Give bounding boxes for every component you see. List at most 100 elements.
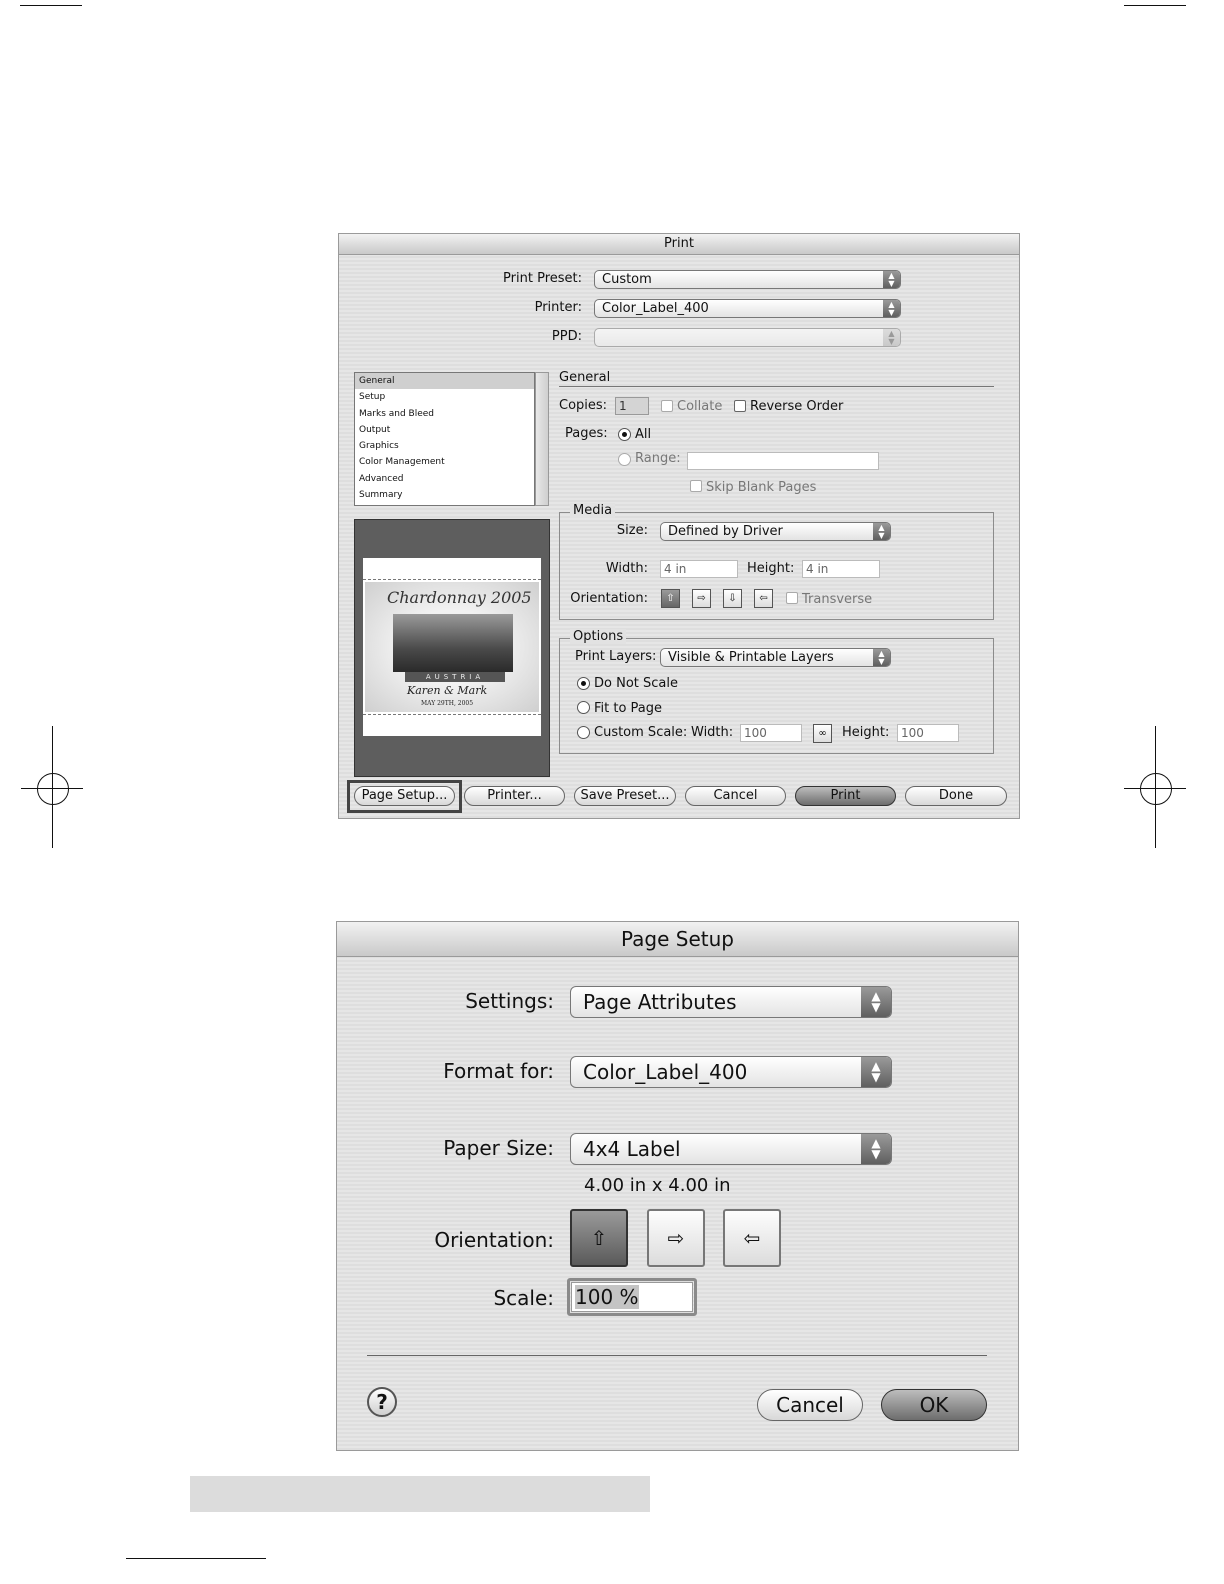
preview-names: Karen & Mark xyxy=(407,684,488,697)
media-width-input[interactable]: 4 in xyxy=(660,560,738,578)
paper-size-value: 4x4 Label xyxy=(583,1137,681,1161)
format-for-popup[interactable]: Color_Label_400 ▲ ▼ xyxy=(570,1056,892,1088)
crop-mark-bottom-left xyxy=(126,1558,266,1559)
settings-popup[interactable]: Page Attributes ▲ ▼ xyxy=(570,986,892,1018)
scale-label: Scale: xyxy=(493,1286,554,1310)
category-list-item[interactable]: Setup xyxy=(355,389,534,405)
portrait-orientation-icon[interactable]: ⇧ xyxy=(570,1209,628,1267)
popup-arrows-icon: ▲ ▼ xyxy=(883,329,900,346)
registration-mark-right xyxy=(1140,773,1172,805)
custom-scale-radio[interactable] xyxy=(577,726,590,739)
category-list-item[interactable]: Marks and Bleed xyxy=(355,406,534,422)
preview-artwork: Chardonnay 2005 AUSTRIA Karen & Mark MAY… xyxy=(365,582,539,712)
reverse-landscape-orientation-icon[interactable]: ⇦ xyxy=(723,1209,781,1267)
popup-arrows-icon: ▲ ▼ xyxy=(861,987,891,1017)
scale-height-input[interactable]: 100 xyxy=(897,724,959,742)
landscape-orientation-icon[interactable]: ⇨ xyxy=(647,1209,705,1267)
page-setup-button[interactable]: Page Setup... xyxy=(354,786,455,806)
popup-arrows-icon: ▲ ▼ xyxy=(861,1134,891,1164)
print-preset-value: Custom xyxy=(602,272,652,287)
do-not-scale-label: Do Not Scale xyxy=(594,676,678,691)
popup-arrows-icon: ▲ ▼ xyxy=(873,523,890,540)
print-layers-label: Print Layers: xyxy=(575,649,657,664)
reverse-order-label: Reverse Order xyxy=(750,399,844,414)
preview-date: MAY 29TH, 2005 xyxy=(421,700,474,707)
transverse-label: Transverse xyxy=(802,592,873,607)
category-list-item[interactable]: Graphics xyxy=(355,438,534,454)
ppd-label: PPD: xyxy=(551,329,582,344)
pages-all-label: All xyxy=(635,427,652,442)
print-preview: Chardonnay 2005 AUSTRIA Karen & Mark MAY… xyxy=(354,519,550,777)
custom-scale-label: Custom Scale: xyxy=(594,725,688,740)
category-list-scrollbar[interactable] xyxy=(535,372,549,506)
registration-mark-left xyxy=(37,773,69,805)
constrain-proportions-icon[interactable]: ∞ xyxy=(813,724,832,743)
page-setup-cancel-button[interactable]: Cancel xyxy=(757,1389,863,1421)
category-list-item[interactable]: Summary xyxy=(355,487,534,503)
preview-label-page: Chardonnay 2005 AUSTRIA Karen & Mark MAY… xyxy=(363,558,541,736)
preview-headline: Chardonnay 2005 xyxy=(387,588,532,607)
section-title: General xyxy=(559,370,611,385)
scale-width-input[interactable]: 100 xyxy=(740,724,802,742)
fit-to-page-radio[interactable] xyxy=(577,701,590,714)
orientation-label: Orientation: xyxy=(434,1228,554,1252)
cancel-button[interactable]: Cancel xyxy=(685,786,786,806)
page-setup-ok-button[interactable]: OK xyxy=(881,1389,987,1421)
media-width-label: Width: xyxy=(605,561,648,576)
print-dialog: Print Print Preset: Custom ▲ ▼ Printer: C… xyxy=(338,233,1020,819)
print-layers-popup[interactable]: Visible & Printable Layers ▲ ▼ xyxy=(660,648,891,667)
category-list-item[interactable]: General xyxy=(355,373,534,390)
scale-height-label: Height: xyxy=(842,725,890,740)
pages-all-radio[interactable] xyxy=(618,428,631,441)
format-for-value: Color_Label_400 xyxy=(583,1060,748,1084)
popup-arrows-icon: ▲ ▼ xyxy=(883,300,900,317)
crop-mark-top-left xyxy=(20,5,82,6)
pages-range-radio[interactable] xyxy=(618,453,631,466)
page-setup-divider xyxy=(367,1355,987,1356)
print-preset-popup[interactable]: Custom ▲ ▼ xyxy=(594,270,901,289)
preview-bleed-line-top xyxy=(363,579,541,580)
settings-label: Settings: xyxy=(465,989,554,1013)
help-icon[interactable]: ? xyxy=(367,1387,397,1417)
orientation-reverse-landscape-icon[interactable]: ⇦ xyxy=(754,589,773,608)
paper-size-popup[interactable]: 4x4 Label ▲ ▼ xyxy=(570,1133,892,1165)
scale-input[interactable]: 100 % xyxy=(571,1282,693,1312)
popup-arrows-icon: ▲ ▼ xyxy=(861,1057,891,1087)
print-layers-value: Visible & Printable Layers xyxy=(668,650,834,665)
category-list-item[interactable]: Advanced xyxy=(355,471,534,487)
print-dialog-title: Print xyxy=(339,234,1019,255)
printer-button[interactable]: Printer... xyxy=(464,786,565,806)
media-size-value: Defined by Driver xyxy=(668,524,783,539)
orientation-portrait-icon[interactable]: ⇧ xyxy=(661,589,680,608)
done-button[interactable]: Done xyxy=(905,786,1007,806)
do-not-scale-radio[interactable] xyxy=(577,677,590,690)
reverse-order-checkbox[interactable] xyxy=(734,400,746,412)
preview-bleed-line-bottom xyxy=(363,714,541,715)
media-size-popup[interactable]: Defined by Driver ▲ ▼ xyxy=(660,522,891,541)
collate-checkbox[interactable] xyxy=(661,400,673,412)
media-height-input[interactable]: 4 in xyxy=(802,560,880,578)
media-group-title: Media xyxy=(570,503,616,518)
orientation-reverse-portrait-icon[interactable]: ⇩ xyxy=(723,589,742,608)
transverse-checkbox[interactable] xyxy=(786,592,798,604)
paper-size-label: Paper Size: xyxy=(443,1136,554,1160)
pages-range-input[interactable] xyxy=(687,452,879,470)
printer-label: Printer: xyxy=(534,300,582,315)
print-button[interactable]: Print xyxy=(795,786,896,806)
copies-input[interactable]: 1 xyxy=(615,397,649,415)
printer-popup[interactable]: Color_Label_400 ▲ ▼ xyxy=(594,299,901,318)
skip-blank-pages-checkbox[interactable] xyxy=(690,480,702,492)
category-list-item[interactable]: Color Management xyxy=(355,454,534,470)
popup-arrows-icon: ▲ ▼ xyxy=(873,649,890,666)
section-divider xyxy=(559,386,994,387)
media-size-label: Size: xyxy=(616,523,648,538)
save-preset-button[interactable]: Save Preset... xyxy=(574,786,676,806)
page-setup-title: Page Setup xyxy=(337,922,1018,957)
orientation-landscape-icon[interactable]: ⇨ xyxy=(692,589,711,608)
scale-value: 100 % xyxy=(575,1285,639,1309)
category-list-item[interactable]: Output xyxy=(355,422,534,438)
collate-label: Collate xyxy=(677,399,723,414)
media-orientation-label: Orientation: xyxy=(570,591,648,606)
ppd-popup[interactable]: ▲ ▼ xyxy=(594,328,901,347)
preview-banner: AUSTRIA xyxy=(405,672,505,682)
